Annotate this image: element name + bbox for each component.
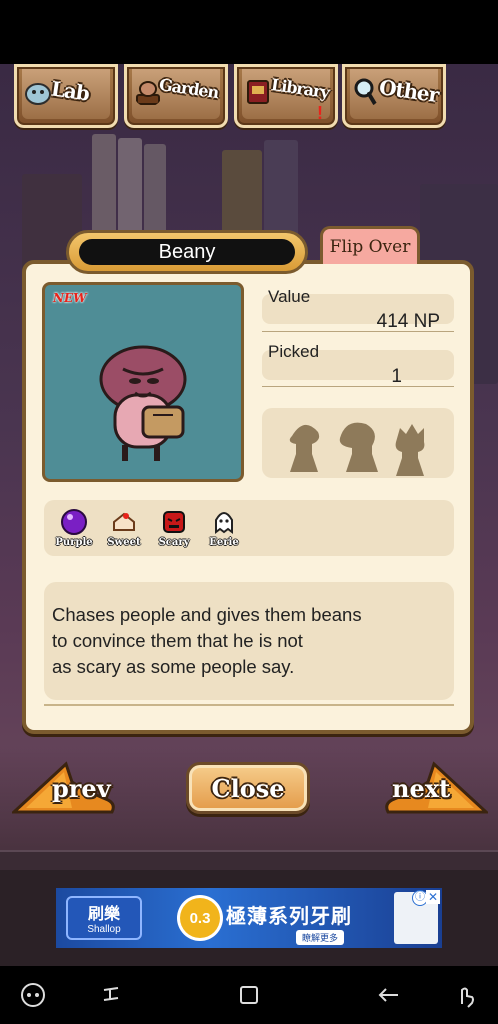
book-icon — [247, 80, 269, 104]
purple-orb-icon — [61, 509, 87, 535]
app-screen: { "tabs": [ {"label": "Lab", "icon": "fl… — [0, 0, 498, 1024]
ad-banner[interactable]: 刷樂 Shallop 0.3 極薄系列牙刷 瞭解更多 — [56, 888, 442, 948]
card-name: Beany — [79, 239, 295, 265]
name-plate: Beany — [66, 230, 308, 274]
system-nav-bar — [0, 966, 498, 1024]
next-button[interactable]: next — [378, 760, 488, 824]
prev-button[interactable]: prev — [12, 760, 120, 824]
trait-purple: Purple — [54, 508, 94, 548]
touch-gesture-icon[interactable] — [450, 980, 480, 1010]
recent-apps-icon[interactable] — [96, 980, 126, 1010]
ad-badge: 0.3 — [180, 898, 220, 938]
prev-label: prev — [52, 774, 111, 803]
description-box: Chases people and gives them beans to co… — [44, 582, 454, 700]
value-amount: 414 NP — [376, 311, 440, 332]
new-badge: NEW — [53, 291, 87, 305]
divider — [262, 331, 454, 332]
trait-eerie: Eerie — [204, 508, 244, 548]
status-bar — [0, 0, 498, 64]
value-label: Value — [268, 287, 311, 306]
trait-scary: Scary — [154, 508, 194, 548]
flip-over-button[interactable]: Flip Over — [320, 226, 420, 264]
flask-creature-icon — [25, 83, 51, 105]
divider — [44, 704, 454, 706]
locked-variant-icon — [339, 422, 378, 472]
trait-list: Purple Sweet Scary Eerie — [44, 500, 454, 556]
game-tools-icon[interactable] — [18, 980, 48, 1010]
home-icon[interactable] — [234, 980, 264, 1010]
tab-library[interactable]: Library ! — [234, 64, 338, 128]
ad-title: 極薄系列牙刷 — [226, 906, 352, 928]
category-tabs: Lab Garden Library ! Other — [14, 64, 454, 130]
close-label: Close — [211, 773, 285, 803]
picked-label: Picked — [268, 342, 320, 361]
description-line: as scary as some people say. — [52, 656, 295, 677]
close-button[interactable]: Close — [186, 762, 310, 814]
tab-lab[interactable]: Lab — [14, 64, 118, 128]
back-icon[interactable] — [374, 980, 404, 1010]
tab-garden[interactable]: Garden — [124, 64, 228, 128]
ad-brand-logo: 刷樂 Shallop — [66, 896, 142, 940]
character-portrait: NEW — [42, 282, 244, 482]
description-line: to convince them that he is not — [52, 630, 303, 651]
footer-strip — [0, 850, 498, 872]
picked-count: 1 — [391, 366, 402, 387]
tab-other[interactable]: Other — [342, 64, 446, 128]
cake-icon — [113, 512, 135, 531]
ad-close-icon[interactable]: ✕ — [426, 890, 440, 904]
locked-variant-icon — [395, 424, 425, 476]
alert-badge: ! — [317, 103, 323, 123]
beany-character-image — [99, 345, 187, 461]
tab-label: Lab — [49, 76, 91, 106]
divider — [262, 386, 454, 387]
description-line: Chases people and gives them beans — [52, 604, 362, 625]
scary-mask-icon — [163, 511, 185, 533]
next-label: next — [392, 774, 451, 803]
ad-cta-button[interactable]: 瞭解更多 — [296, 930, 345, 945]
ghost-icon — [215, 512, 233, 534]
variant-silhouettes — [262, 408, 454, 478]
locked-variant-icon — [289, 424, 320, 472]
magnifier-icon — [354, 78, 377, 106]
trait-sweet: Sweet — [104, 508, 144, 548]
